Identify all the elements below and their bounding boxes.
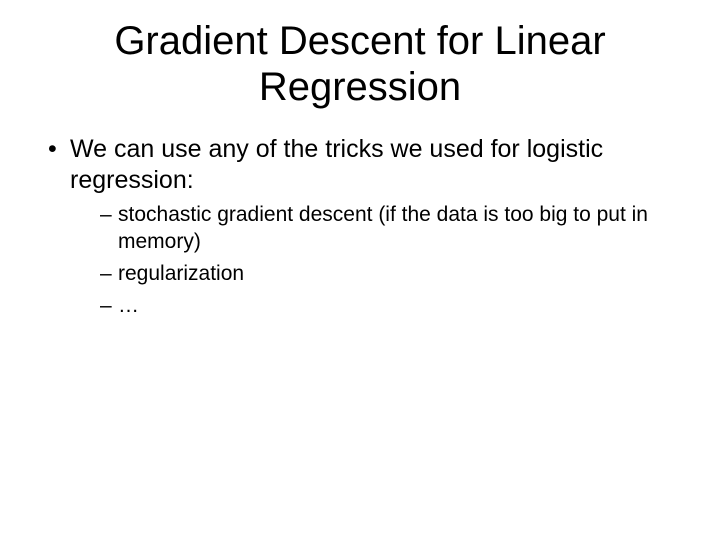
slide-title: Gradient Descent for Linear Regression: [30, 18, 690, 110]
list-item: We can use any of the tricks we used for…: [44, 134, 690, 320]
bullet-list-level2: stochastic gradient descent (if the data…: [98, 201, 690, 320]
sub-list-item: regularization: [98, 260, 690, 287]
sub-list-item: …: [98, 292, 690, 319]
slide: Gradient Descent for Linear Regression W…: [0, 0, 720, 540]
list-item-text: We can use any of the tricks we used for…: [70, 135, 603, 194]
sub-list-item: stochastic gradient descent (if the data…: [98, 201, 690, 256]
bullet-list-level1: We can use any of the tricks we used for…: [44, 134, 690, 320]
